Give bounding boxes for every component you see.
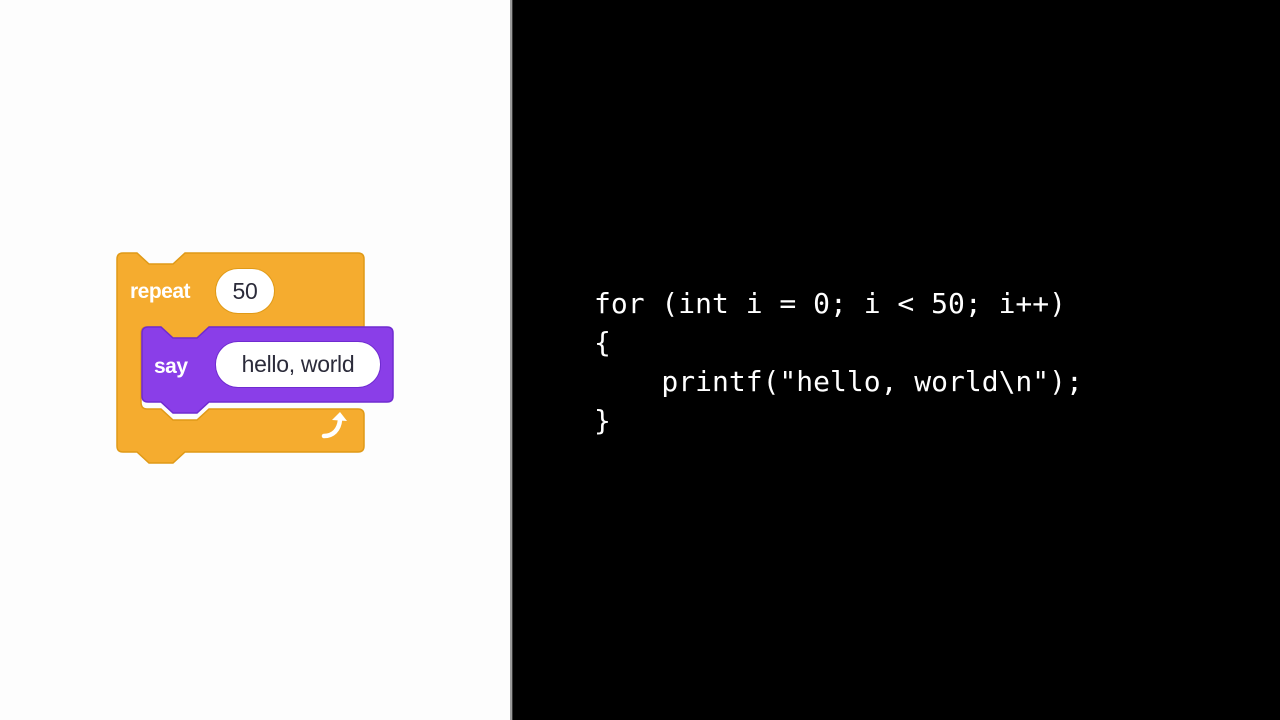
say-label: say xyxy=(154,355,188,378)
say-text-input[interactable]: hello, world xyxy=(216,342,380,387)
c-code-block: for (int i = 0; i < 50; i++) { printf("he… xyxy=(594,284,1083,440)
code-line: } xyxy=(594,404,611,437)
code-line: { xyxy=(594,326,611,359)
code-line: for (int i = 0; i < 50; i++) xyxy=(594,287,1067,320)
repeat-count-input[interactable]: 50 xyxy=(216,269,274,313)
code-line: printf("hello, world\n"); xyxy=(594,365,1083,398)
repeat-label: repeat xyxy=(130,280,191,303)
